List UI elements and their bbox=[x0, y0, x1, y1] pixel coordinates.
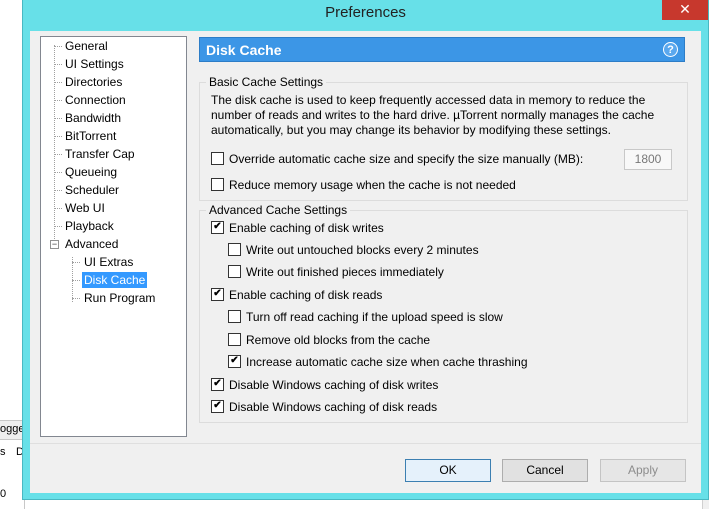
window-title: Preferences bbox=[325, 4, 406, 21]
tree-item-run-program[interactable]: Run Program bbox=[84, 290, 155, 306]
background-app-text: 0 bbox=[0, 488, 7, 500]
ok-button[interactable]: OK bbox=[405, 459, 491, 482]
help-icon[interactable]: ? bbox=[663, 42, 678, 57]
tree-item-general[interactable]: General bbox=[65, 38, 108, 54]
preferences-dialog: Preferences ✕ General UI Settings Direct… bbox=[22, 0, 709, 500]
tree-item-bandwidth[interactable]: Bandwidth bbox=[65, 110, 121, 126]
dialog-client-area: General UI Settings Directories Connecti… bbox=[30, 31, 701, 493]
title-bar[interactable]: Preferences bbox=[23, 0, 708, 25]
reduce-memory-checkbox[interactable] bbox=[211, 178, 224, 192]
background-app-text: ogge bbox=[0, 423, 25, 435]
tree-item-advanced[interactable]: Advanced bbox=[65, 236, 118, 252]
option-label: Override automatic cache size and specif… bbox=[229, 152, 584, 166]
enable-read-caching-option[interactable]: ✔ Enable caching of disk reads bbox=[211, 287, 382, 303]
cancel-button[interactable]: Cancel bbox=[502, 459, 588, 482]
disable-windows-read-caching-checkbox[interactable]: ✔ bbox=[211, 400, 224, 414]
close-button[interactable]: ✕ bbox=[662, 0, 708, 20]
panel-header: Disk Cache ? bbox=[199, 37, 685, 62]
tree-connector bbox=[54, 118, 62, 119]
increase-cache-size-checkbox[interactable]: ✔ bbox=[228, 355, 241, 369]
tree-item-scheduler[interactable]: Scheduler bbox=[65, 182, 119, 198]
tree-item-transfer-cap[interactable]: Transfer Cap bbox=[65, 146, 135, 162]
apply-button[interactable]: Apply bbox=[600, 459, 686, 482]
increase-cache-size-option[interactable]: ✔ Increase automatic cache size when cach… bbox=[228, 354, 528, 370]
option-label: Turn off read caching if the upload spee… bbox=[246, 310, 503, 324]
reduce-memory-option[interactable]: Reduce memory usage when the cache is no… bbox=[211, 177, 516, 193]
write-untouched-blocks-checkbox[interactable] bbox=[228, 243, 241, 257]
option-label: Disable Windows caching of disk writes bbox=[229, 378, 439, 392]
remove-old-blocks-option[interactable]: Remove old blocks from the cache bbox=[228, 332, 430, 348]
tree-item-queueing[interactable]: Queueing bbox=[65, 164, 117, 180]
tree-connector bbox=[54, 136, 62, 137]
option-label: Reduce memory usage when the cache is no… bbox=[229, 178, 516, 192]
tree-connector bbox=[72, 280, 80, 281]
close-icon: ✕ bbox=[679, 1, 691, 17]
cache-description: The disk cache is used to keep frequentl… bbox=[211, 93, 655, 137]
tree-item-directories[interactable]: Directories bbox=[65, 74, 122, 90]
remove-old-blocks-checkbox[interactable] bbox=[228, 333, 241, 347]
tree-connector bbox=[54, 82, 62, 83]
tree-connector bbox=[54, 208, 62, 209]
write-untouched-blocks-option[interactable]: Write out untouched blocks every 2 minut… bbox=[228, 242, 479, 258]
panel-title: Disk Cache bbox=[206, 42, 282, 58]
tree-item-disk-cache[interactable]: Disk Cache bbox=[82, 272, 148, 288]
tree-connector bbox=[54, 45, 55, 247]
group-label: Advanced Cache Settings bbox=[206, 203, 351, 217]
tree-item-bittorrent[interactable]: BitTorrent bbox=[65, 128, 116, 144]
tree-connector bbox=[54, 64, 62, 65]
option-label: Write out finished pieces immediately bbox=[246, 265, 444, 279]
collapse-icon[interactable]: − bbox=[50, 240, 59, 249]
tree-connector bbox=[72, 298, 80, 299]
settings-tree[interactable]: General UI Settings Directories Connecti… bbox=[40, 36, 187, 437]
background-app-text: s bbox=[0, 446, 6, 458]
disable-windows-write-caching-option[interactable]: ✔ Disable Windows caching of disk writes bbox=[211, 377, 438, 393]
option-label: Write out untouched blocks every 2 minut… bbox=[246, 243, 479, 257]
tree-item-ui-extras[interactable]: UI Extras bbox=[84, 254, 133, 270]
enable-write-caching-checkbox[interactable]: ✔ bbox=[211, 221, 224, 235]
group-label: Basic Cache Settings bbox=[206, 75, 327, 89]
option-label: Enable caching of disk writes bbox=[229, 221, 384, 235]
option-label: Enable caching of disk reads bbox=[229, 288, 383, 302]
tree-item-playback[interactable]: Playback bbox=[65, 218, 114, 234]
turn-off-read-caching-option[interactable]: Turn off read caching if the upload spee… bbox=[228, 309, 503, 325]
disable-windows-read-caching-option[interactable]: ✔ Disable Windows caching of disk reads bbox=[211, 399, 437, 415]
tree-connector bbox=[54, 100, 62, 101]
option-label: Disable Windows caching of disk reads bbox=[229, 400, 438, 414]
tree-connector bbox=[72, 262, 80, 263]
tree-connector bbox=[54, 46, 62, 47]
option-label: Remove old blocks from the cache bbox=[246, 333, 431, 347]
option-label: Increase automatic cache size when cache… bbox=[246, 355, 528, 369]
tree-connector bbox=[54, 172, 62, 173]
cache-size-input[interactable]: 1800 bbox=[624, 149, 672, 170]
override-cache-size-option[interactable]: Override automatic cache size and specif… bbox=[211, 151, 583, 167]
tree-item-web-ui[interactable]: Web UI bbox=[65, 200, 105, 216]
dialog-button-bar: OK Cancel Apply bbox=[30, 443, 701, 493]
write-finished-pieces-option[interactable]: Write out finished pieces immediately bbox=[228, 264, 444, 280]
write-finished-pieces-checkbox[interactable] bbox=[228, 265, 241, 279]
enable-write-caching-option[interactable]: ✔ Enable caching of disk writes bbox=[211, 220, 384, 236]
tree-connector bbox=[54, 154, 62, 155]
override-cache-size-checkbox[interactable] bbox=[211, 152, 224, 166]
enable-read-caching-checkbox[interactable]: ✔ bbox=[211, 288, 224, 302]
turn-off-read-caching-checkbox[interactable] bbox=[228, 310, 241, 324]
tree-item-ui-settings[interactable]: UI Settings bbox=[65, 56, 124, 72]
disable-windows-write-caching-checkbox[interactable]: ✔ bbox=[211, 378, 224, 392]
tree-item-connection[interactable]: Connection bbox=[65, 92, 126, 108]
tree-connector bbox=[54, 226, 62, 227]
tree-connector bbox=[54, 190, 62, 191]
